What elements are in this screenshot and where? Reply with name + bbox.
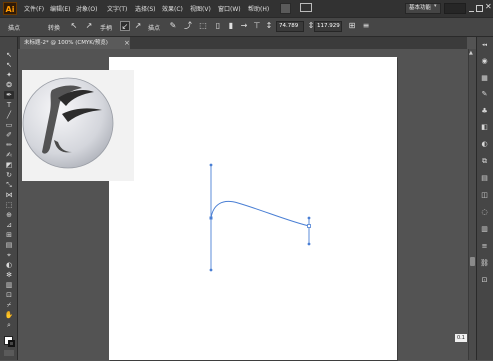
rotate-icon[interactable]: ↻ — [4, 171, 14, 179]
panel-menu-icon[interactable]: ≡ — [361, 21, 371, 31]
chevron-down-icon[interactable]: ▾ — [434, 3, 437, 9]
document-tab[interactable]: 未标题-2* @ 100% (CMYK/预览) — [20, 37, 130, 49]
menu-select[interactable]: 选择(S) — [135, 4, 156, 13]
close-icon[interactable]: × — [124, 37, 130, 49]
scrollbar-thumb[interactable] — [470, 257, 475, 266]
paintbrush-icon[interactable]: ✐ — [4, 131, 14, 139]
column-graph-icon[interactable]: ▥ — [4, 281, 14, 289]
y-coordinate-field[interactable]: 117.929 — [314, 21, 342, 32]
transparency-icon[interactable]: ◌ — [480, 208, 489, 216]
pen-icon[interactable]: ✒ — [4, 91, 14, 99]
align-left-icon[interactable]: ▯ — [213, 21, 223, 31]
screen-mode-icon[interactable] — [4, 350, 14, 356]
vertical-scrollbar[interactable] — [468, 49, 476, 360]
layers-icon[interactable]: ⧉ — [480, 157, 489, 165]
illustrator-logo: Ai — [3, 2, 17, 15]
arrange-documents-icon[interactable] — [300, 3, 312, 12]
align-icon[interactable]: ▤ — [480, 174, 489, 182]
zoom-icon[interactable]: ⌕ — [4, 321, 14, 329]
artboard-icon[interactable]: ⊡ — [4, 291, 14, 299]
type-icon[interactable]: T — [4, 101, 14, 109]
mesh-icon[interactable]: ⊞ — [4, 231, 14, 239]
align-right-icon[interactable]: → — [239, 21, 249, 31]
pencil-icon[interactable]: ✏ — [4, 141, 14, 149]
x-coordinate-icon: ↕ — [265, 21, 273, 30]
stroke-swatch[interactable] — [8, 340, 15, 347]
menu-type[interactable]: 文字(T) — [107, 4, 127, 13]
artboards-icon[interactable]: ⊡ — [480, 276, 489, 284]
maximize-icon[interactable] — [476, 5, 483, 12]
isolate-object-icon[interactable]: ⬚ — [198, 21, 208, 31]
lasso-icon[interactable]: ❂ — [4, 81, 14, 89]
cut-path-icon[interactable]: ⤴ — [183, 21, 193, 31]
convert-label: 转换 — [48, 25, 61, 32]
remove-anchor-icon[interactable]: ✎ — [168, 21, 178, 31]
eyedropper-icon[interactable]: ⌖ — [4, 251, 14, 259]
coordinate-readout: 0.1 — [455, 334, 467, 342]
current-tool-label: 描点 — [8, 25, 21, 32]
symbols-icon[interactable]: ♣ — [480, 107, 489, 115]
align-center-icon[interactable]: ▮ — [226, 21, 236, 31]
handles-label-icon: ↗ — [85, 21, 93, 30]
convert-corner-icon[interactable]: ↖ — [69, 21, 79, 31]
show-handles-icon[interactable]: ↙ — [120, 21, 130, 31]
menu-effect[interactable]: 效果(C) — [162, 4, 183, 13]
direct-selection-icon[interactable]: ↖ — [4, 61, 14, 69]
stroke-icon[interactable]: ≡ — [480, 242, 489, 250]
x-coordinate-field[interactable]: 74.789 — [276, 21, 304, 32]
slice-icon[interactable]: ⌿ — [4, 301, 14, 309]
perspective-icon[interactable]: ⊿ — [4, 221, 14, 229]
menu-view[interactable]: 视图(V) — [190, 4, 211, 13]
menu-edit[interactable]: 编辑(E) — [50, 4, 70, 13]
color-icon[interactable]: ◉ — [480, 57, 489, 65]
graphic-styles-icon[interactable]: ◧ — [480, 123, 489, 131]
scroll-up-icon[interactable]: ▲ — [469, 50, 473, 56]
menu-help[interactable]: 帮助(H) — [248, 4, 269, 13]
shape-builder-icon[interactable]: ⊕ — [4, 211, 14, 219]
menu-object[interactable]: 对象(O) — [76, 4, 97, 13]
blend-icon[interactable]: ◐ — [4, 261, 14, 269]
gradient-icon[interactable]: ▤ — [4, 241, 14, 249]
search-field[interactable] — [444, 3, 466, 14]
eraser-icon[interactable]: ◩ — [4, 161, 14, 169]
logo-reference-image[interactable] — [22, 70, 134, 181]
selection-icon[interactable]: ↖ — [4, 51, 14, 59]
symbol-sprayer-icon[interactable]: ✻ — [4, 271, 14, 279]
rectangle-icon[interactable]: ▭ — [4, 121, 14, 129]
handles-label: 手柄 — [100, 25, 113, 32]
hide-handles-icon[interactable]: ↗ — [133, 21, 143, 31]
free-transform-icon[interactable]: ⬚ — [4, 201, 14, 209]
gradient-panel-icon[interactable]: ▥ — [480, 225, 489, 233]
appearance-icon[interactable]: ◐ — [480, 140, 489, 148]
bridge-icon[interactable] — [280, 3, 291, 14]
menu-file[interactable]: 文件(F) — [24, 4, 44, 13]
transform-icon[interactable]: ⊞ — [347, 21, 357, 31]
line-icon[interactable]: ╱ — [4, 111, 14, 119]
brushes-icon[interactable]: ✎ — [480, 90, 489, 98]
menu-window[interactable]: 窗口(W) — [218, 4, 241, 13]
width-icon[interactable]: ⋈ — [4, 191, 14, 199]
anchor-label: 描点 — [148, 25, 161, 32]
minimize-icon[interactable] — [469, 10, 474, 12]
pathfinder-icon[interactable]: ◫ — [480, 191, 489, 199]
links-icon[interactable]: ⛓ — [480, 259, 489, 267]
swatches-icon[interactable]: ▦ — [480, 74, 489, 82]
distribute-icon[interactable]: ⊤ — [252, 21, 262, 31]
hand-icon[interactable]: ✋ — [4, 311, 14, 319]
blob-brush-icon[interactable]: ✍ — [4, 151, 14, 159]
artboard[interactable] — [109, 57, 397, 360]
collapse-panels-icon[interactable]: ◂◂ — [480, 41, 489, 49]
magic-wand-icon[interactable]: ✦ — [4, 71, 14, 79]
close-icon[interactable]: ✕ — [485, 2, 492, 11]
scale-icon[interactable]: ⤡ — [4, 181, 14, 189]
